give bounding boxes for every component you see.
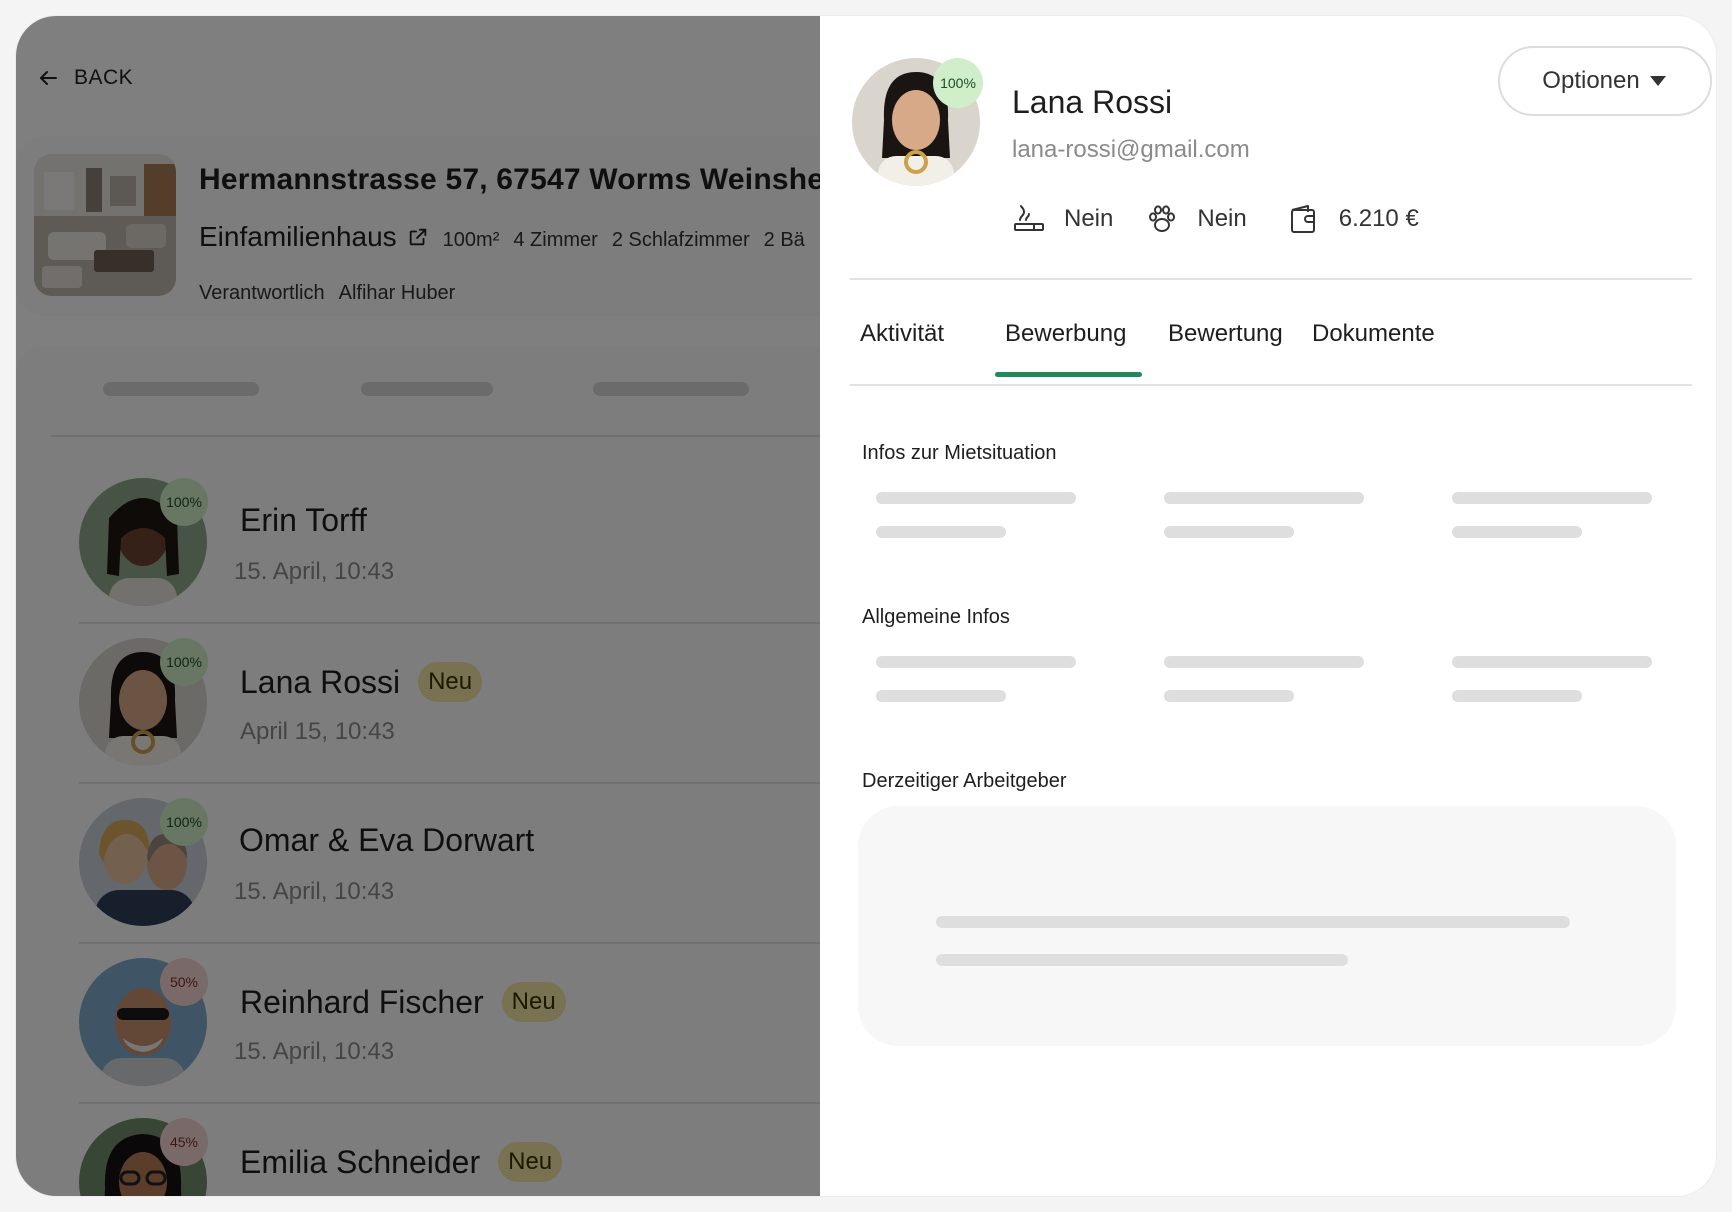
external-link-icon xyxy=(409,228,426,246)
applicant-row[interactable]: 50% Reinhard Fischer Neu 15. April, 10:43 xyxy=(79,944,820,1104)
skeleton-line xyxy=(876,656,1076,668)
property-bedrooms: 2 Schlafzimmer xyxy=(611,229,750,251)
skeleton-line xyxy=(1452,690,1582,702)
arrow-left-icon xyxy=(40,71,57,85)
back-label: BACK xyxy=(74,66,134,89)
header-divider xyxy=(850,278,1692,280)
skeleton-line xyxy=(1452,656,1652,668)
detail-tabs: Aktivität Bewerbung Bewertung Dokumente xyxy=(850,312,1692,377)
tab-dokumente[interactable]: Dokumente xyxy=(1312,312,1435,376)
skeleton-line xyxy=(1164,492,1364,504)
new-badge: Neu xyxy=(418,662,483,702)
skeleton-line xyxy=(936,916,1570,928)
applicant-row[interactable]: 100% Lana Rossi Neu April 15, 10:43 xyxy=(79,624,820,784)
applicant-detail-panel: 100% Lana Rossi lana-rossi@gmail.com Nei… xyxy=(820,16,1716,1196)
applicant-list-pane: BACK Hermannstrasse 57, 67547 Worms Wein… xyxy=(16,16,820,1196)
detail-name: Lana Rossi xyxy=(1012,84,1173,120)
back-button[interactable]: BACK xyxy=(36,66,133,90)
property-address: Hermannstrasse 57, 67547 Worms Weinsheim xyxy=(199,163,820,196)
paw-icon xyxy=(1149,205,1176,232)
applicant-name-wrap: Emilia Schneider Neu xyxy=(240,1142,563,1182)
list-divider xyxy=(51,435,820,437)
score-badge: 100% xyxy=(160,638,208,686)
applicant-name: Erin Torff xyxy=(240,502,367,538)
wallet-icon xyxy=(1290,205,1315,233)
section-title-general-info: Allgemeine Infos xyxy=(862,606,1010,628)
options-label: Optionen xyxy=(1542,67,1640,94)
score-badge: 45% xyxy=(160,1118,208,1166)
property-type: Einfamilienhaus xyxy=(199,221,397,252)
property-bathrooms: 2 Bä xyxy=(763,229,805,251)
property-meta: Einfamilienhaus 100m² 4 Zimmer 2 Schlafz… xyxy=(199,221,805,253)
new-badge: Neu xyxy=(498,1142,563,1182)
tab-bewertung[interactable]: Bewertung xyxy=(1168,312,1283,376)
skeleton-line xyxy=(1452,492,1652,504)
section-title-rental-situation: Infos zur Mietsituation xyxy=(862,442,1057,464)
applicant-name-wrap: Omar & Eva Dorwart xyxy=(239,822,534,859)
detail-quick-info: Nein Nein 6.210 € xyxy=(1012,202,1451,236)
applicant-date: 15. April, 10:43 xyxy=(234,558,395,585)
employer-card xyxy=(858,806,1676,1046)
list-tab-placeholder[interactable] xyxy=(593,382,749,396)
tabs-divider xyxy=(850,384,1692,386)
applicant-name-wrap: Lana Rossi Neu xyxy=(240,662,483,702)
caret-down-icon xyxy=(1649,76,1666,86)
applicant-date: April 15, 10:43 xyxy=(240,718,395,745)
tab-bewerbung[interactable]: Bewerbung xyxy=(994,312,1143,377)
skeleton-line xyxy=(876,526,1006,538)
applicant-name: Emilia Schneider xyxy=(240,1143,481,1180)
skeleton-line xyxy=(1164,526,1294,538)
income-info: 6.210 € xyxy=(1287,202,1419,236)
app-window: BACK Hermannstrasse 57, 67547 Worms Wein… xyxy=(16,16,1716,1196)
score-badge: 100% xyxy=(160,798,208,846)
applicant-row[interactable]: 100% Erin Torff 15. April, 10:43 xyxy=(79,464,820,624)
applicant-name: Reinhard Fischer xyxy=(240,983,484,1020)
detail-email: lana-rossi@gmail.com xyxy=(1012,136,1250,163)
smoker-value: Nein xyxy=(1064,205,1114,232)
score-badge: 100% xyxy=(160,478,208,526)
property-type-link[interactable]: Einfamilienhaus xyxy=(199,221,429,253)
skeleton-line xyxy=(1164,656,1364,668)
property-area: 100m² xyxy=(442,229,500,251)
detail-score-badge: 100% xyxy=(933,58,983,108)
applicant-name: Lana Rossi xyxy=(240,663,401,700)
applicant-date: 15. April, 10:43 xyxy=(234,878,395,905)
property-rooms: 4 Zimmer xyxy=(513,229,598,251)
skeleton-line xyxy=(876,690,1006,702)
list-tab-placeholder[interactable] xyxy=(361,382,493,396)
section-title-current-employer: Derzeitiger Arbeitgeber xyxy=(862,770,1067,792)
skeleton-line xyxy=(1452,526,1582,538)
score-badge: 50% xyxy=(160,958,208,1006)
skeleton-line xyxy=(936,954,1348,966)
applicant-row[interactable]: 100% Omar & Eva Dorwart 15. April, 10:43 xyxy=(79,784,820,944)
options-button[interactable]: Optionen xyxy=(1498,46,1712,116)
new-badge: Neu xyxy=(501,982,566,1022)
skeleton-line xyxy=(876,492,1076,504)
applicant-name: Omar & Eva Dorwart xyxy=(239,822,535,858)
list-tab-placeholder[interactable] xyxy=(103,382,259,396)
responsible-name: Alfihar Huber xyxy=(338,282,456,304)
applicant-row[interactable]: 45% Emilia Schneider Neu xyxy=(79,1104,820,1196)
property-image xyxy=(34,154,176,296)
pets-value: Nein xyxy=(1197,205,1247,232)
responsible-label: Verantwortlich xyxy=(199,282,325,304)
skeleton-line xyxy=(1164,690,1294,702)
smoker-info: Nein xyxy=(1012,202,1113,236)
income-value: 6.210 € xyxy=(1338,205,1419,232)
property-responsible: Verantwortlich Alfihar Huber xyxy=(199,282,455,305)
applicant-name-wrap: Reinhard Fischer Neu xyxy=(240,982,566,1022)
pets-info: Nein xyxy=(1145,202,1247,236)
applicant-date: 15. April, 10:43 xyxy=(234,1038,395,1065)
applicant-name-wrap: Erin Torff xyxy=(240,502,367,539)
smoking-icon xyxy=(1014,205,1044,231)
tab-aktivitaet[interactable]: Aktivität xyxy=(860,312,944,376)
